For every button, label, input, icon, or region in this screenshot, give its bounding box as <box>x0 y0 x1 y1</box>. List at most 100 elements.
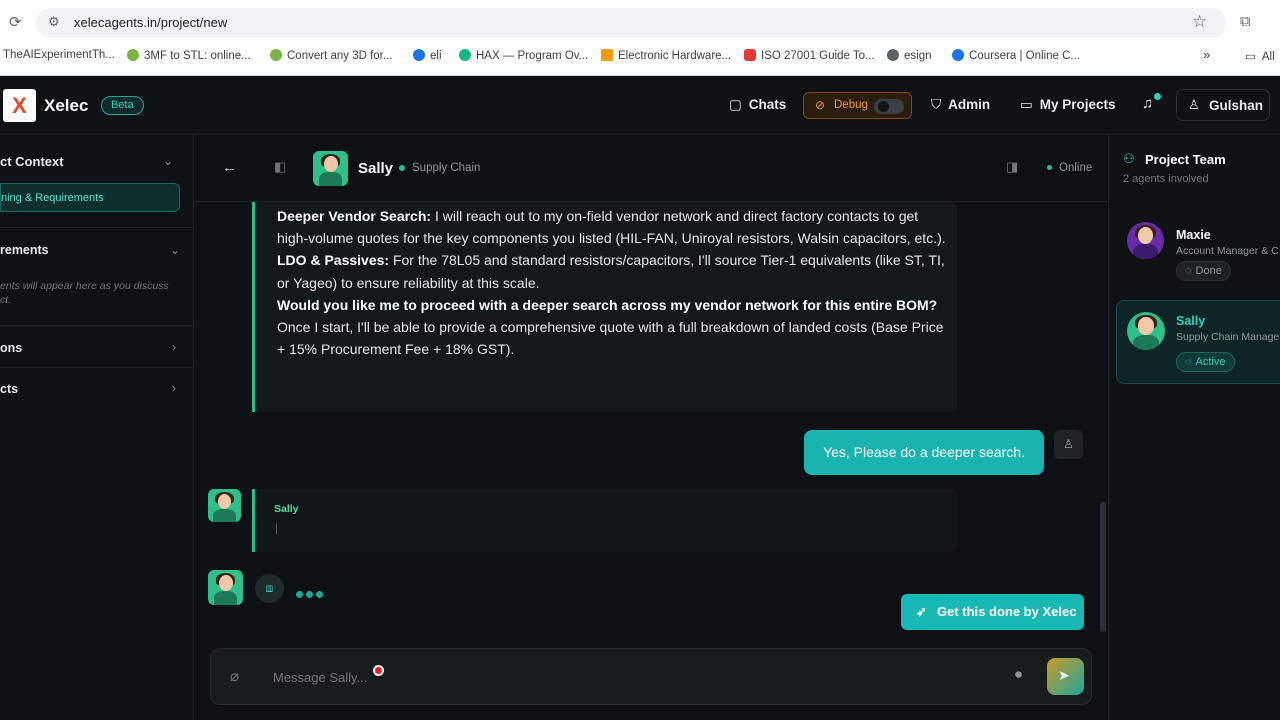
bookmark-item[interactable]: eli <box>413 49 442 62</box>
debug-switch-knob <box>878 101 889 112</box>
user-name: Gulshan <box>1209 98 1264 113</box>
get-done-label: Get this done by Xelec <box>937 604 1077 619</box>
check-circle-icon: ◌ <box>1185 265 1192 277</box>
bookmark-star-icon[interactable]: ☆ <box>1192 12 1207 32</box>
microphone-icon[interactable]: ⏺ <box>1015 666 1022 683</box>
member-name: Sally <box>1176 314 1206 328</box>
bell-icon[interactable]: ♫ <box>1142 95 1153 112</box>
brand-name[interactable]: Xelec <box>44 96 88 116</box>
bookmark-favicon-icon <box>601 49 613 61</box>
more-bookmarks-icon[interactable]: » <box>1203 47 1210 62</box>
chevron-down-icon[interactable]: ⌄ <box>170 243 180 257</box>
sidebar-item-planning[interactable]: ning & Requirements <box>0 183 180 212</box>
team-member-card-active[interactable]: Sally Supply Chain Manage ◌ Active <box>1116 300 1280 384</box>
reload-icon[interactable]: ⟳ <box>9 13 22 31</box>
browser-chrome: ⟳ ⚙ xelecagents.in/project/new ☆ ⧉ TheAI… <box>0 0 1280 76</box>
user-icon: ♙ <box>1188 97 1200 112</box>
team-icon: ⚇ <box>1123 151 1135 166</box>
status-badge: ◌ Done <box>1176 261 1231 281</box>
bot-icon: ⧈ <box>255 574 284 603</box>
url-bar-row: ⟳ ⚙ xelecagents.in/project/new ☆ ⧉ <box>0 6 1280 38</box>
sally-avatar <box>208 570 243 605</box>
message-list[interactable]: Deeper Vendor Search: I will reach out t… <box>195 202 1108 632</box>
folder-icon: ▭ <box>1245 51 1256 63</box>
divider <box>0 227 194 228</box>
nav-admin[interactable]: ⛉ Admin <box>931 97 990 113</box>
panel-toggle-icon[interactable]: ◨ <box>1006 159 1018 175</box>
agent-name: Sally <box>358 160 394 177</box>
typing-indicator <box>296 585 323 603</box>
attach-icon[interactable]: ⌀ <box>230 667 239 685</box>
chat-icon: ▢ <box>729 97 742 112</box>
member-name: Maxie <box>1176 228 1211 242</box>
app-root: X Xelec Beta ▢ Chats ⊘ Debug ⛉ Admin ▭ My P… <box>0 76 1280 720</box>
bookmark-item[interactable]: ISO 27001 Guide To... <box>744 49 875 62</box>
site-settings-icon[interactable]: ⚙ <box>48 14 60 30</box>
debug-label: Debug <box>834 99 868 111</box>
message-scrollbar[interactable] <box>1100 502 1106 632</box>
requirements-hint: ents will appear here as you discuss ct. <box>0 280 169 306</box>
chevron-right-icon[interactable]: › <box>172 381 176 395</box>
project-context-sidebar: ct Context ⌄ ning & Requirements rements… <box>0 135 194 720</box>
back-arrow-icon[interactable]: ← <box>222 159 237 176</box>
closing-text: Once I start, I'll be able to provide a … <box>277 319 944 358</box>
message-input[interactable] <box>273 667 693 687</box>
sidebar-requirements-title[interactable]: rements <box>0 243 49 257</box>
divider <box>0 367 194 368</box>
folder-icon: ▭ <box>1020 97 1033 112</box>
question-text: Would you like me to proceed with a deep… <box>277 296 938 313</box>
sidebar-section-artifacts[interactable]: cts <box>0 382 18 396</box>
bookmark-item[interactable]: TheAIExperimentTh... <box>3 49 115 61</box>
url-text[interactable]: xelecagents.in/project/new <box>74 15 227 30</box>
status-badge: ◌ Active <box>1176 352 1235 372</box>
send-icon: ➤ <box>1058 667 1070 683</box>
chat-bubble-icon: ◌ <box>1185 356 1192 368</box>
bookmark-favicon-icon <box>127 49 139 61</box>
bookmark-item[interactable]: Coursera | Online C... <box>952 49 1080 62</box>
member-role: Supply Chain Manage <box>1176 331 1280 343</box>
bookmarks-bar: TheAIExperimentTh... 3MF to STL: online.… <box>0 46 1280 66</box>
sally-avatar <box>208 489 241 522</box>
nav-my-projects[interactable]: ▭ My Projects <box>1020 97 1116 113</box>
beta-badge: Beta <box>101 96 144 115</box>
bookmark-favicon-icon <box>887 49 899 61</box>
debug-toggle[interactable]: ⊘ Debug <box>803 92 912 119</box>
bookmark-favicon-icon <box>459 49 471 61</box>
rocket-icon: ➶ <box>916 604 927 619</box>
send-button[interactable]: ➤ <box>1047 658 1084 695</box>
assistant-message: Deeper Vendor Search: I will reach out t… <box>252 202 957 412</box>
bookmark-favicon-icon <box>413 49 425 61</box>
bookmark-item[interactable]: HAX — Program Ov... <box>459 49 588 62</box>
vendor-search-label: Deeper Vendor Search: <box>277 208 432 224</box>
bookmark-item[interactable]: esign <box>887 49 932 62</box>
nav-chats[interactable]: ▢ Chats <box>729 97 786 113</box>
all-bookmarks-folder[interactable]: ▭ All <box>1245 49 1275 63</box>
maxie-avatar <box>1127 222 1164 259</box>
project-team-panel: ⚇ Project Team 2 agents involved Maxie A… <box>1108 135 1280 720</box>
chevron-down-icon[interactable]: ⌄ <box>163 154 173 168</box>
eye-off-icon: ⊘ <box>815 98 826 112</box>
agent-role: Supply Chain <box>412 162 481 174</box>
shield-icon: ⛉ <box>931 97 942 112</box>
assistant-message-text: Deeper Vendor Search: I will reach out t… <box>277 205 949 360</box>
assistant-streaming-message: Sally | <box>252 489 957 552</box>
bookmark-item[interactable]: Convert any 3D for... <box>270 49 392 62</box>
member-role: Account Manager & C <box>1176 245 1279 257</box>
extensions-icon[interactable]: ⧉ <box>1240 13 1251 30</box>
sally-avatar <box>313 151 348 186</box>
sidebar-section-options[interactable]: ons <box>0 341 22 355</box>
bookmark-item[interactable]: 3MF to STL: online... <box>127 49 251 62</box>
get-done-by-xelec-button[interactable]: ➶ Get this done by Xelec <box>901 594 1084 630</box>
bookmark-item[interactable]: Electronic Hardware... <box>601 49 731 62</box>
team-member-card[interactable]: Maxie Account Manager & C ◌ Done <box>1116 207 1280 291</box>
sidebar-toggle-icon[interactable]: ◧ <box>274 159 286 175</box>
chat-header: ← ◧ Sally Supply Chain ◨ Online <box>195 135 1108 202</box>
sidebar-context-title[interactable]: ct Context <box>0 154 64 169</box>
status-dot <box>1047 165 1052 170</box>
xelec-logo[interactable]: X <box>3 89 36 122</box>
sender-label: Sally <box>274 503 299 515</box>
user-menu-button[interactable]: ♙ Gulshan <box>1176 89 1270 121</box>
user-avatar-icon: ♙ <box>1054 430 1083 459</box>
bookmark-favicon-icon <box>952 49 964 61</box>
chevron-right-icon[interactable]: › <box>172 340 176 354</box>
